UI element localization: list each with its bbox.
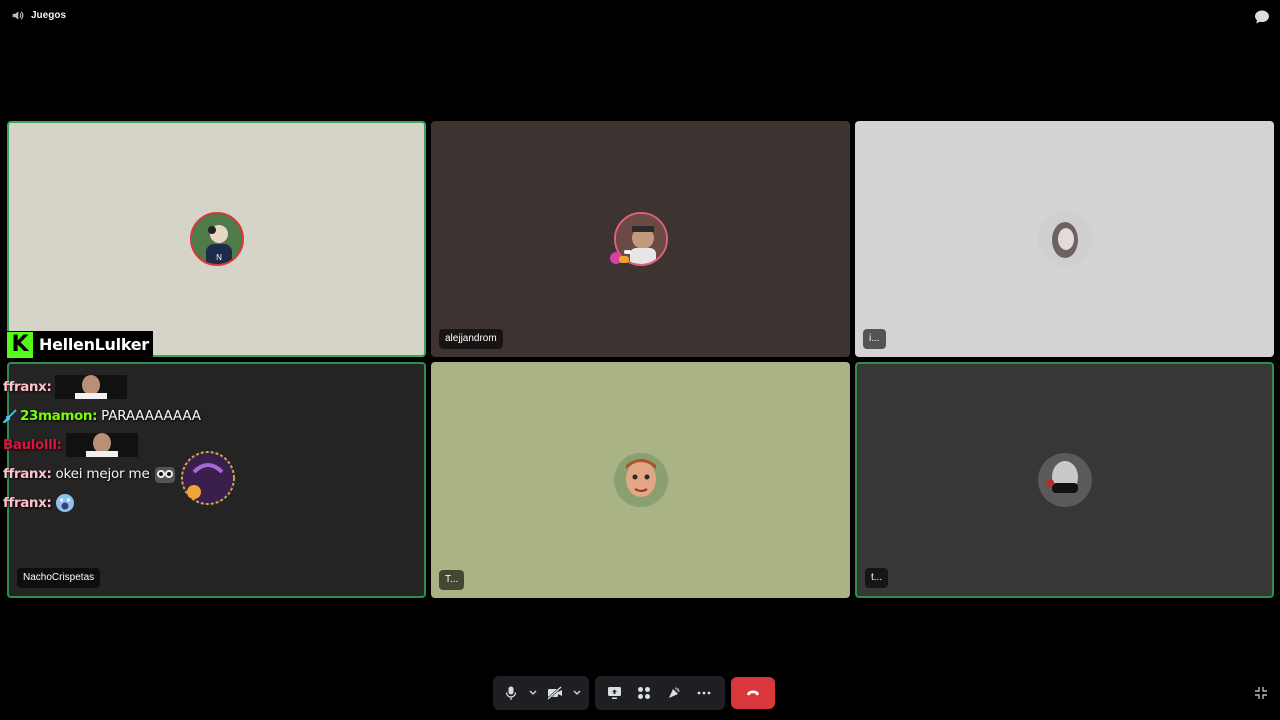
participant-name: T... <box>439 570 465 590</box>
channel-name: Juegos <box>31 10 67 21</box>
colon: : <box>46 494 52 511</box>
participant-tile[interactable]: T... <box>431 362 850 598</box>
avatar <box>1037 212 1092 266</box>
channel-owner-name: HellenLulker <box>39 335 149 354</box>
camera-options-button[interactable] <box>572 680 583 706</box>
activity-controls <box>595 676 725 710</box>
participant-tile[interactable]: t... <box>855 362 1274 598</box>
activities-button[interactable] <box>631 680 657 706</box>
mute-button[interactable] <box>499 680 524 706</box>
chat-bubble-icon[interactable] <box>1254 9 1270 25</box>
voice-controls <box>493 676 589 710</box>
kick-chat-header: K HellenLulker <box>7 331 153 358</box>
snail-badge-icon <box>610 250 631 264</box>
participant-tile[interactable]: alejjandrom <box>431 121 850 357</box>
participant-tile[interactable]: i... <box>855 121 1274 357</box>
disconnect-button[interactable] <box>731 677 775 709</box>
chat-message: ffranx: okei mejor me <box>3 450 263 505</box>
call-header: Juegos <box>0 0 1280 34</box>
participant-tile[interactable]: N <box>7 121 426 357</box>
shocked-emote <box>56 493 75 512</box>
chat-overlay: ffranx: 23mamon: PARAAAAAAAA Baulolll: f… <box>3 372 263 517</box>
colon: : <box>56 436 62 453</box>
sword-badge-icon <box>3 408 17 423</box>
activities-icon <box>638 687 650 699</box>
kick-logo: K <box>7 331 33 358</box>
svg-text:N: N <box>216 253 222 262</box>
cat-emote <box>154 466 175 483</box>
chevron-down-icon <box>573 690 581 695</box>
microphone-icon <box>506 686 517 700</box>
camera-button[interactable] <box>543 680 568 706</box>
colon: : <box>46 378 52 395</box>
face-image <box>55 374 128 399</box>
soundboard-button[interactable] <box>661 680 687 706</box>
camera-off-icon <box>547 686 563 700</box>
hang-up-icon <box>747 690 759 696</box>
participant-name: NachoCrispetas <box>17 568 101 588</box>
avatar <box>613 453 668 507</box>
screen-share-button[interactable] <box>601 680 627 706</box>
mic-options-button[interactable] <box>528 680 539 706</box>
chat-username: ffranx <box>3 494 47 511</box>
soundboard-icon <box>669 687 680 698</box>
exit-fullscreen-icon[interactable] <box>1254 686 1268 700</box>
channel-title: Juegos <box>11 9 66 22</box>
chat-username: Baulolll <box>3 436 57 453</box>
chat-message: ffranx: <box>3 372 263 401</box>
purple-cat-emote <box>180 450 235 505</box>
chat-username: ffranx <box>3 378 47 395</box>
avatar: N <box>189 212 244 266</box>
participant-name: i... <box>863 329 886 349</box>
avatar <box>1037 453 1092 507</box>
participant-name: t... <box>865 568 889 588</box>
more-options-button[interactable] <box>691 680 717 706</box>
colon: : <box>92 407 98 424</box>
face-image <box>65 432 138 457</box>
chat-text: okei mejor me <box>55 465 150 482</box>
chat-text: PARAAAAAAAA <box>101 407 201 424</box>
chat-username: 23mamon <box>20 407 93 424</box>
participant-name: alejjandrom <box>439 329 503 349</box>
chat-username: ffranx <box>3 465 47 482</box>
chevron-down-icon <box>529 690 537 695</box>
chat-message: 23mamon: PARAAAAAAAA <box>3 401 263 430</box>
more-icon <box>697 691 711 695</box>
colon: : <box>46 465 52 482</box>
speaker-icon <box>12 11 24 20</box>
screen-share-icon <box>607 687 621 699</box>
